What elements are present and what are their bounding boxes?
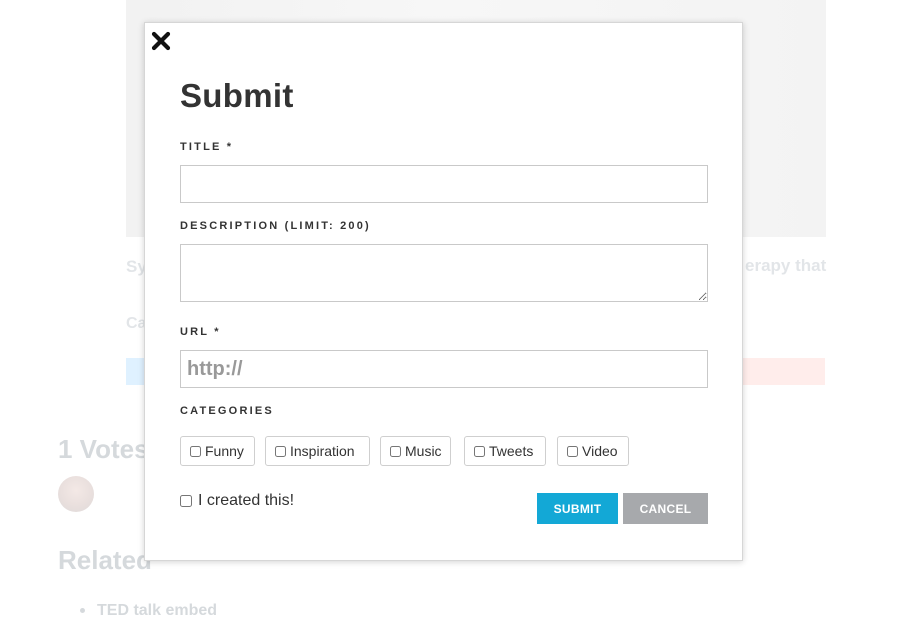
submit-button[interactable]: SUBMIT [537,493,618,524]
category-label: Inspiration [290,443,355,459]
title-input[interactable] [180,165,708,203]
category-tweets[interactable]: Tweets [464,436,546,466]
close-icon [151,31,171,51]
url-label: URL * [180,326,221,338]
url-input[interactable] [180,350,708,388]
cancel-button[interactable]: CANCEL [623,493,708,524]
modal-title: Submit [180,77,294,114]
submit-modal: Submit TITLE * DESCRIPTION (LIMIT: 200) … [144,22,743,561]
created-this-label: I created this! [198,492,295,509]
category-funny[interactable]: Funny [180,436,255,466]
related-list: TED talk embed [80,602,217,620]
category-label: Funny [205,443,244,459]
description-textarea[interactable] [180,244,708,302]
category-video[interactable]: Video [557,436,629,466]
related-item: TED talk embed [97,602,218,619]
category-music[interactable]: Music [380,436,451,466]
bullet-icon [80,608,85,614]
category-label: Music [405,443,442,459]
categories-label: CATEGORIES [180,405,274,417]
category-inspiration[interactable]: Inspiration [265,436,370,466]
created-this-checkbox[interactable] [180,495,192,507]
avatar [58,476,94,512]
share-bar-blue [126,358,146,385]
title-label: TITLE * [180,141,234,153]
created-this-option[interactable]: I created this! [180,491,294,511]
share-bar-red [742,358,825,385]
votes-heading: 1 Votes [58,434,144,464]
category-label: Video [582,443,618,459]
description-label: DESCRIPTION (LIMIT: 200) [180,220,371,232]
background-description-right: erapy that [745,256,827,275]
category-music-checkbox[interactable] [390,445,401,457]
category-tweets-checkbox[interactable] [474,445,485,457]
category-video-checkbox[interactable] [567,445,578,457]
category-funny-checkbox[interactable] [190,445,201,457]
related-heading: Related [58,545,152,575]
background-category: Ca [126,315,146,332]
category-inspiration-checkbox[interactable] [275,445,286,457]
category-label: Tweets [489,443,534,459]
close-button[interactable] [151,31,171,53]
